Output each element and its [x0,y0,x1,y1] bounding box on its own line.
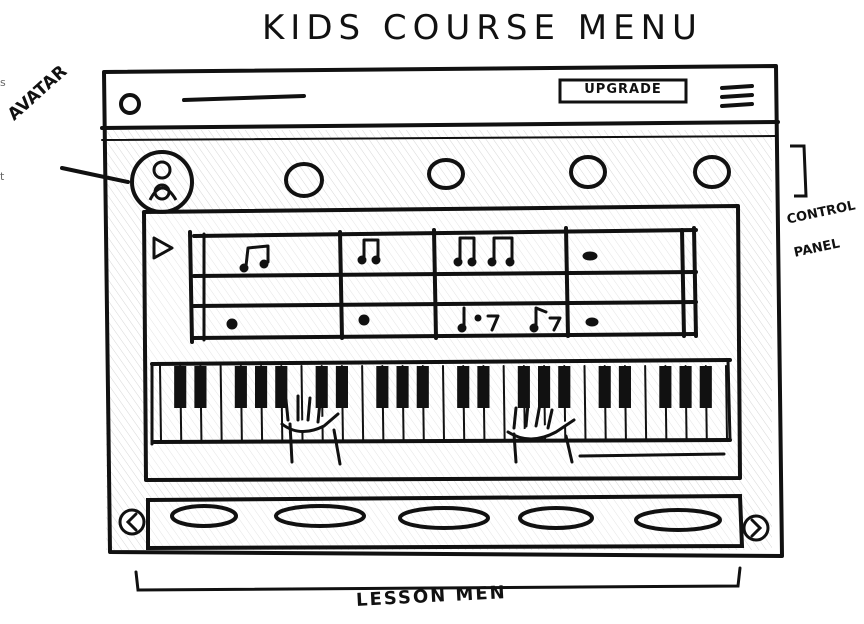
black-key[interactable] [618,366,631,408]
control-panel-annotation: CONTROL PANEL [785,198,857,261]
black-key[interactable] [517,366,530,408]
black-key[interactable] [396,366,409,408]
piano-key-divider [361,365,365,441]
edge-text-fragment: t [0,170,5,183]
black-key[interactable] [699,366,712,408]
black-key[interactable] [457,366,470,408]
hamburger-menu-icon[interactable] [720,84,754,108]
black-key[interactable] [416,366,429,408]
piano-key-divider [644,365,648,441]
upgrade-button[interactable]: UPGRADE [560,78,686,102]
header-divider [100,120,780,130]
black-key[interactable] [315,366,328,408]
black-key[interactable] [659,366,672,408]
black-key[interactable] [255,366,268,408]
wireframe-sketch [60,64,808,592]
black-key[interactable] [174,366,187,408]
lesson-carousel [146,493,745,551]
black-key[interactable] [234,366,247,408]
piano-key-divider [502,365,506,441]
black-key[interactable] [194,366,207,408]
black-key[interactable] [558,366,571,408]
piano-key-divider [442,365,445,441]
black-key[interactable] [679,366,692,408]
piano-key-divider [159,365,162,441]
piano-key-divider [725,365,728,441]
left-arrow-icon[interactable] [118,508,146,536]
black-key[interactable] [477,366,490,408]
piano-key-divider [219,365,223,441]
logo-circle-icon[interactable] [119,93,141,115]
black-key[interactable] [538,366,551,408]
title-line-placeholder [182,94,306,102]
progress-line [578,452,726,458]
black-key[interactable] [598,366,611,408]
right-arrow-icon[interactable] [742,514,770,542]
piano-key-divider [583,365,587,441]
black-key[interactable] [335,366,348,408]
control-panel-bracket [790,144,808,198]
edge-text-fragment: s [0,76,6,89]
page-title: KIDS COURSE MENU [262,8,703,48]
black-key[interactable] [376,366,389,408]
